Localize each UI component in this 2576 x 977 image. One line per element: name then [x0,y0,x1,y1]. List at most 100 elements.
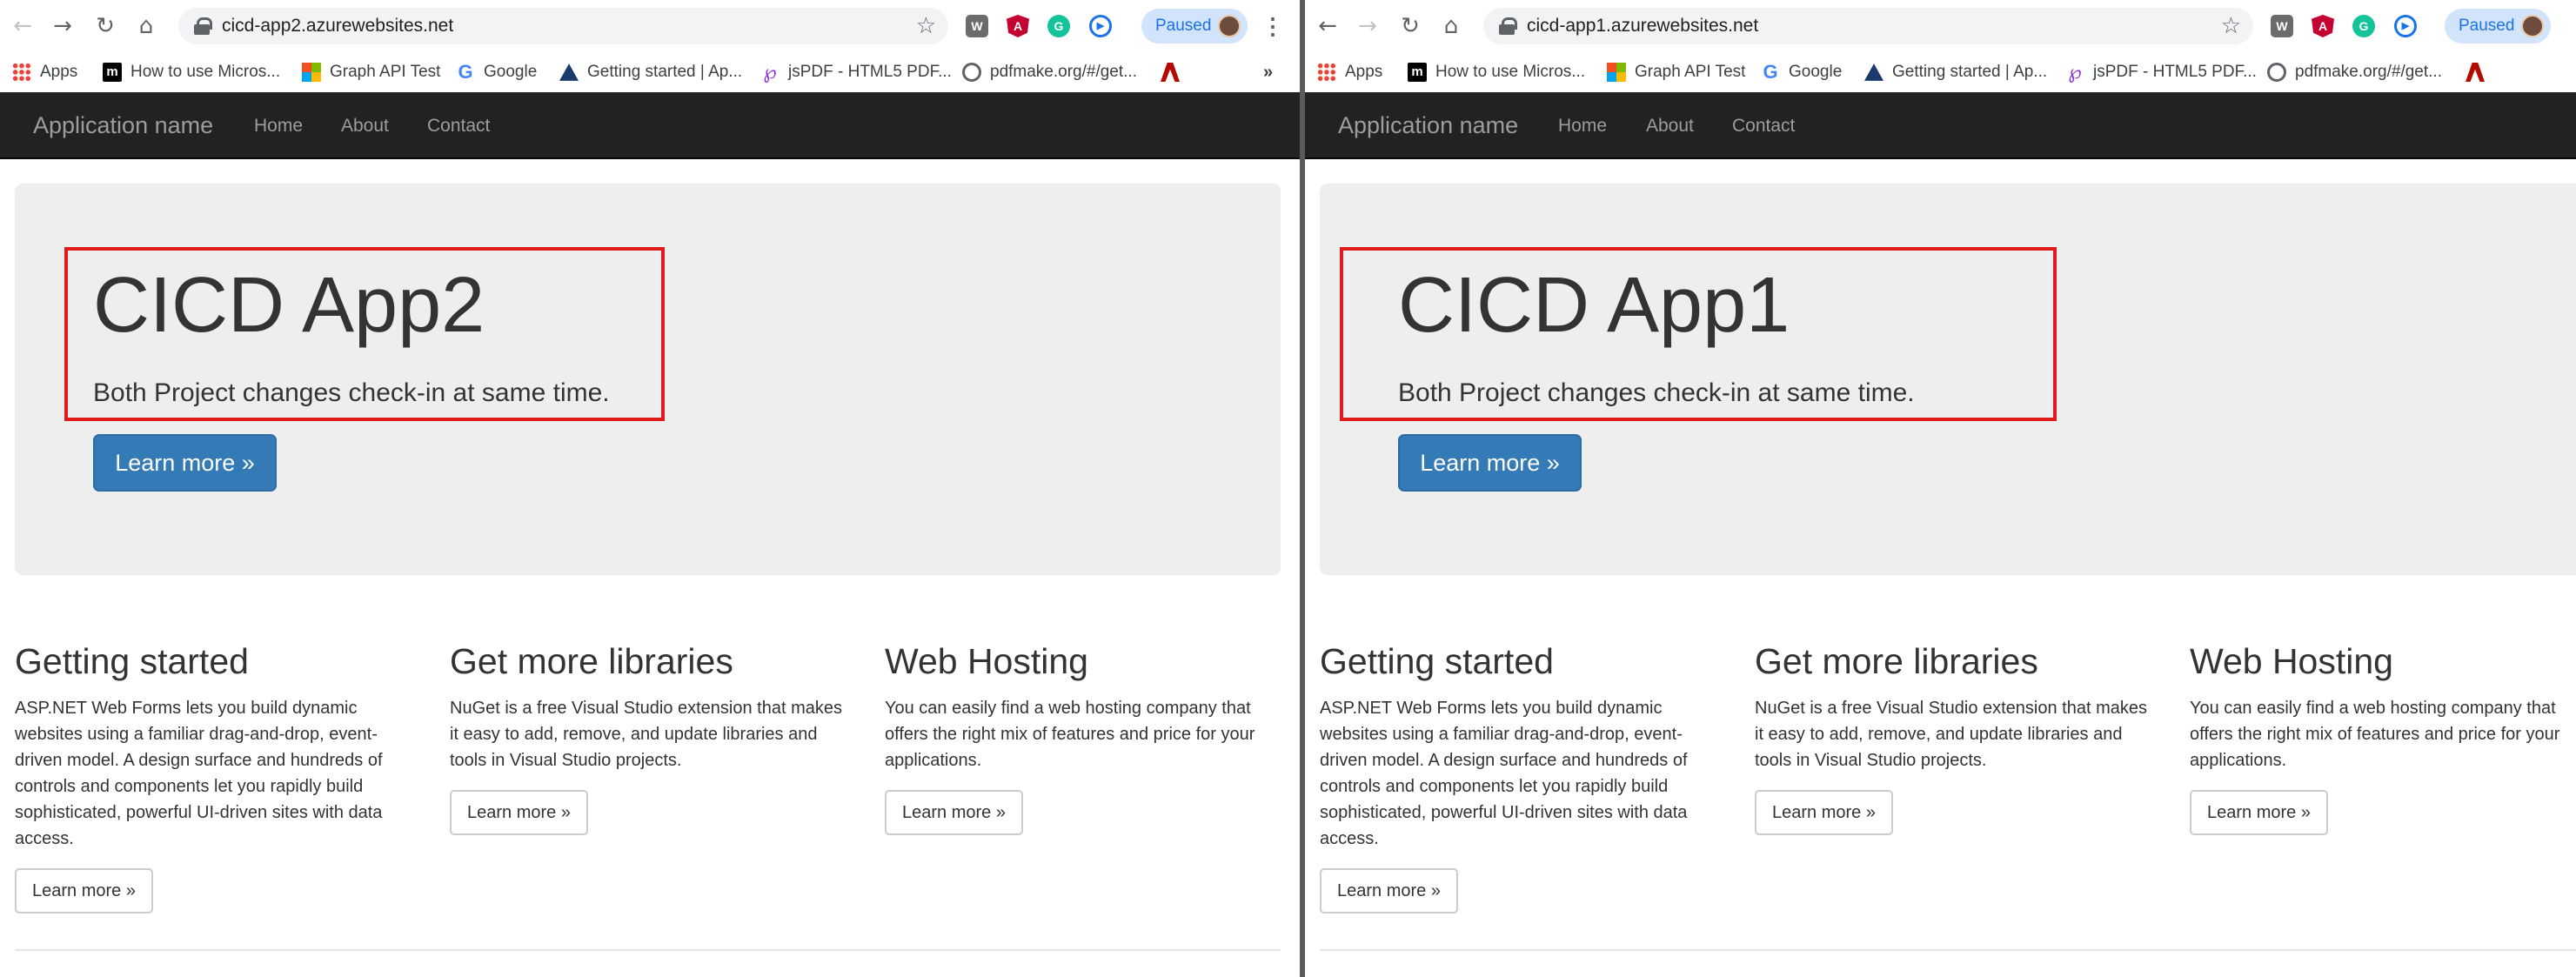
hero-learn-more-button[interactable]: Learn more » [1398,434,1582,492]
column-web-hosting: Web Hosting You can easily find a web ho… [885,639,1285,835]
grammarly-extension-icon[interactable]: G [2352,15,2375,37]
learn-more-button[interactable]: Learn more » [1755,790,1893,835]
bookmark-star-icon[interactable]: ☆ [916,8,936,44]
bookmarks-overflow-icon[interactable]: » [1263,52,1273,92]
reload-icon[interactable]: ↻ [1396,12,1424,40]
profile-paused-button[interactable]: Paused [2445,9,2551,43]
learn-more-button[interactable]: Learn more » [15,868,153,913]
lock-icon [194,17,212,35]
hero-title: CICD App2 [93,262,485,349]
angular-extension-icon[interactable]: A [1007,15,1029,37]
bookmark-label: jsPDF - HTML5 PDF... [2093,63,2257,81]
m-logo-icon: m [1408,63,1427,82]
reload-icon[interactable]: ↻ [91,12,119,40]
learn-more-button[interactable]: Learn more » [1320,868,1458,913]
paused-label: Paused [2459,17,2515,35]
bookmark-label: Graph API Test [330,63,441,81]
column-title: Getting started [1320,641,1554,681]
play-extension-icon[interactable]: ▶ [2394,15,2417,37]
column-title: Web Hosting [885,641,1088,681]
site-navbar: Application name Home About Contact [0,92,1300,159]
column-getting-started: Getting started ASP.NET Web Forms lets y… [1320,639,1720,913]
bookmarks-bar: Apps m How to use Micros... Graph API Te… [0,52,1300,92]
adobe-icon [1161,63,1180,82]
column-get-more-libraries: Get more libraries NuGet is a free Visua… [1755,639,2155,835]
triangle-logo-icon [559,64,579,81]
nav-link-about[interactable]: About [341,92,389,159]
kebab-menu-icon[interactable]: ⋮ [1261,12,1284,40]
lock-icon [1499,17,1517,35]
avatar [2521,15,2544,37]
bookmark-label: Getting started | Ap... [1892,63,2048,81]
column-title: Getting started [15,641,249,681]
column-text: You can easily find a web hosting compan… [2190,699,2560,770]
column-getting-started: Getting started ASP.NET Web Forms lets y… [15,639,415,913]
browser-window-right: ← → ↻ ⌂ cicd-app1.azurewebsites.net ☆ W … [1305,0,2576,977]
bookmark-label: Getting started | Ap... [587,63,743,81]
nav-link-about[interactable]: About [1646,92,1694,159]
hero-lead: Both Project changes check-in at same ti… [93,378,610,407]
column-title: Get more libraries [450,641,733,681]
site-navbar: Application name Home About Contact [1305,92,2576,159]
p-logo-icon: ℘ [763,61,777,83]
brand-link[interactable]: Application name [1338,92,1518,159]
column-text: NuGet is a free Visual Studio extension … [450,699,842,770]
nav-link-contact[interactable]: Contact [1732,92,1795,159]
w-extension-icon[interactable]: W [2271,15,2293,37]
forward-arrow-icon[interactable]: → [49,12,77,40]
divider [1320,949,2576,951]
back-arrow-icon[interactable]: ← [9,12,37,40]
bookmark-label: Google [484,63,538,81]
url-text[interactable]: cicd-app1.azurewebsites.net [1527,8,1758,44]
bookmark-star-icon[interactable]: ☆ [2221,8,2241,44]
learn-more-button[interactable]: Learn more » [450,790,588,835]
learn-more-button[interactable]: Learn more » [2190,790,2328,835]
bookmark-label: Google [1789,63,1843,81]
triangle-logo-icon [1864,64,1883,81]
column-get-more-libraries: Get more libraries NuGet is a free Visua… [450,639,850,835]
omnibox[interactable]: cicd-app2.azurewebsites.net ☆ [178,8,948,44]
jumbotron: CICD App2 Both Project changes check-in … [15,184,1281,575]
learn-more-button[interactable]: Learn more » [885,790,1023,835]
avatar [1218,15,1241,37]
forward-arrow-icon[interactable]: → [1354,12,1382,40]
jumbotron: CICD App1 Both Project changes check-in … [1320,184,2576,575]
home-icon[interactable]: ⌂ [1437,12,1465,40]
m-logo-icon: m [103,63,122,82]
google-icon: G [458,61,473,83]
brand-link[interactable]: Application name [33,92,213,159]
nav-link-home[interactable]: Home [1558,92,1607,159]
column-text: ASP.NET Web Forms lets you build dynamic… [1320,699,1688,848]
nav-link-home[interactable]: Home [254,92,303,159]
address-bar: ← → ↻ ⌂ cicd-app2.azurewebsites.net ☆ W … [0,0,1300,52]
microsoft-logo-icon [1607,63,1626,82]
apps-grid-icon [1317,63,1336,82]
google-icon: G [1763,61,1778,83]
omnibox[interactable]: cicd-app1.azurewebsites.net ☆ [1483,8,2253,44]
column-text: ASP.NET Web Forms lets you build dynamic… [15,699,383,848]
home-icon[interactable]: ⌂ [132,12,160,40]
nav-link-contact[interactable]: Contact [427,92,490,159]
play-extension-icon[interactable]: ▶ [1089,15,1112,37]
bookmark-label: Graph API Test [1635,63,1746,81]
back-arrow-icon[interactable]: ← [1314,12,1342,40]
angular-extension-icon[interactable]: A [2312,15,2334,37]
profile-paused-button[interactable]: Paused [1141,9,1248,43]
browser-window-left: ← → ↻ ⌂ cicd-app2.azurewebsites.net ☆ W … [0,0,1300,977]
adobe-icon [2466,63,2485,82]
globe-icon [962,63,981,82]
hero-title: CICD App1 [1398,262,1790,349]
divider [15,949,1281,951]
hero-learn-more-button[interactable]: Learn more » [93,434,277,492]
bookmarks-bar: Apps m How to use Micros... Graph API Te… [1305,52,2576,92]
bookmark-label: Apps [1345,63,1383,81]
grammarly-extension-icon[interactable]: G [1047,15,1070,37]
w-extension-icon[interactable]: W [966,15,988,37]
url-text[interactable]: cicd-app2.azurewebsites.net [222,8,453,44]
paused-label: Paused [1155,17,1212,35]
bookmark-label: pdfmake.org/#/get... [990,63,1137,81]
address-bar: ← → ↻ ⌂ cicd-app1.azurewebsites.net ☆ W … [1305,0,2576,52]
column-title: Get more libraries [1755,641,2038,681]
microsoft-logo-icon [302,63,321,82]
column-text: NuGet is a free Visual Studio extension … [1755,699,2147,770]
